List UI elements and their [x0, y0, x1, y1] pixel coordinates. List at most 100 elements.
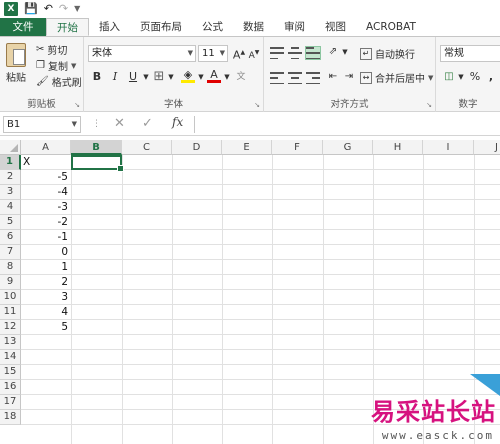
tab-home[interactable]: 开始	[46, 18, 89, 36]
chevron-down-icon[interactable]: ▼	[220, 69, 234, 85]
row-header[interactable]: 8	[0, 260, 21, 275]
cell-a7[interactable]: 0	[21, 245, 71, 260]
align-right-icon[interactable]	[306, 72, 320, 84]
align-center-icon[interactable]	[288, 72, 302, 84]
cell-a3[interactable]: -4	[21, 185, 71, 200]
column-header-b[interactable]: B	[71, 140, 122, 155]
number-format-select[interactable]: 常规	[440, 45, 500, 62]
tab-acrobat[interactable]: ACROBAT	[356, 18, 426, 36]
tab-insert[interactable]: 插入	[89, 18, 130, 36]
dialog-launcher-icon[interactable]: ↘	[254, 101, 260, 109]
chevron-down-icon[interactable]: ▼	[338, 44, 352, 60]
row-header[interactable]: 12	[0, 320, 21, 335]
cell-a9[interactable]: 2	[21, 275, 71, 290]
chevron-down-icon[interactable]: ▼	[139, 69, 153, 85]
cancel-icon[interactable]: ✕	[114, 116, 125, 131]
name-box[interactable]: B1 ▼	[3, 116, 81, 133]
increase-indent-icon[interactable]: ⇥	[342, 69, 356, 85]
column-header-f[interactable]: F	[272, 140, 323, 155]
chevron-down-icon[interactable]: ▼	[454, 69, 468, 85]
paste-button[interactable]: 粘贴	[6, 43, 26, 84]
font-size-select[interactable]: 11 ▼	[198, 45, 228, 62]
percent-button[interactable]: %	[468, 69, 482, 85]
tab-formulas[interactable]: 公式	[192, 18, 233, 36]
selected-cell-b1[interactable]	[71, 155, 124, 172]
row-header[interactable]: 14	[0, 350, 21, 365]
insert-function-button[interactable]: fx	[172, 115, 183, 129]
formula-input[interactable]	[194, 116, 500, 133]
cut-button[interactable]: ✂ 剪切	[36, 42, 67, 57]
row-header[interactable]: 15	[0, 365, 21, 380]
dialog-launcher-icon[interactable]: ↘	[74, 101, 80, 109]
format-painter-button[interactable]: 🖌 格式刷	[36, 74, 82, 89]
alignment-group-label: 对齐方式	[330, 99, 369, 110]
row-header[interactable]: 6	[0, 230, 21, 245]
cell-a2[interactable]: -5	[21, 170, 71, 185]
column-header-d[interactable]: D	[172, 140, 222, 155]
row-header[interactable]: 7	[0, 245, 21, 260]
cell-a11[interactable]: 4	[21, 305, 71, 320]
column-header-e[interactable]: E	[222, 140, 272, 155]
row-header[interactable]: 4	[0, 200, 21, 215]
dialog-launcher-icon[interactable]: ↘	[426, 101, 432, 109]
top-align-icon[interactable]	[270, 47, 284, 59]
chevron-down-icon[interactable]: ▼	[164, 69, 178, 85]
copy-button[interactable]: ❐ 复制 ▼	[36, 58, 76, 73]
column-header-i[interactable]: I	[423, 140, 474, 155]
italic-button[interactable]: I	[108, 69, 122, 85]
cell-a6[interactable]: -1	[21, 230, 71, 245]
bottom-align-icon[interactable]	[305, 46, 321, 60]
tab-file[interactable]: 文件	[0, 18, 46, 36]
ribbon-tabs: 文件 开始 插入 页面布局 公式 数据 审阅 视图 ACROBAT	[0, 18, 500, 36]
row-header[interactable]: 1	[0, 155, 21, 170]
decrease-indent-icon[interactable]: ⇤	[326, 69, 340, 85]
row-header[interactable]: 18	[0, 410, 21, 425]
row-header[interactable]: 13	[0, 335, 21, 350]
font-color-button[interactable]: A	[207, 67, 221, 83]
redo-icon[interactable]: ↷	[59, 2, 68, 16]
row-header[interactable]: 10	[0, 290, 21, 305]
cell-a4[interactable]: -3	[21, 200, 71, 215]
cell-a12[interactable]: 5	[21, 320, 71, 335]
cell-a8[interactable]: 1	[21, 260, 71, 275]
underline-button[interactable]: U	[126, 69, 140, 85]
phonetic-icon[interactable]: 文	[234, 69, 248, 85]
middle-align-icon[interactable]	[288, 47, 302, 59]
chevron-down-icon[interactable]: ▼	[194, 69, 208, 85]
align-left-icon[interactable]	[270, 72, 284, 84]
tab-page-layout[interactable]: 页面布局	[130, 18, 192, 36]
row-header[interactable]: 9	[0, 275, 21, 290]
shrink-font-button[interactable]: A▼	[247, 45, 261, 61]
column-header-g[interactable]: G	[323, 140, 373, 155]
row-header[interactable]: 11	[0, 305, 21, 320]
tab-view[interactable]: 视图	[315, 18, 356, 36]
column-header-j[interactable]: J	[474, 140, 500, 155]
fill-color-icon[interactable]: ◈	[181, 67, 195, 83]
bold-button[interactable]: B	[90, 69, 104, 85]
customize-qat-icon[interactable]: ▼	[74, 2, 80, 16]
cell-a10[interactable]: 3	[21, 290, 71, 305]
row-header[interactable]: 2	[0, 170, 21, 185]
font-group-label: 字体	[163, 99, 183, 110]
grow-font-button[interactable]: A▲	[232, 45, 246, 62]
row-header[interactable]: 16	[0, 380, 21, 395]
comma-button[interactable]: ,	[484, 69, 498, 85]
undo-icon[interactable]: ↶	[44, 2, 53, 16]
cell-a1[interactable]: X	[21, 155, 71, 170]
tab-data[interactable]: 数据	[233, 18, 274, 36]
font-name-select[interactable]: 宋体 ▼	[88, 45, 196, 62]
watermark-url: www.easck.com	[381, 429, 494, 442]
row-header[interactable]: 17	[0, 395, 21, 410]
enter-icon[interactable]: ✓	[142, 116, 153, 131]
tab-review[interactable]: 审阅	[274, 18, 315, 36]
cell-a5[interactable]: -2	[21, 215, 71, 230]
merge-center-button[interactable]: ↔ 合并后居中 ▼	[360, 70, 433, 85]
column-header-h[interactable]: H	[373, 140, 423, 155]
save-icon[interactable]: 💾	[24, 2, 38, 16]
select-all-button[interactable]	[0, 140, 21, 155]
wrap-text-button[interactable]: ↵ 自动换行	[360, 46, 415, 61]
column-header-a[interactable]: A	[21, 140, 71, 155]
column-header-c[interactable]: C	[122, 140, 172, 155]
row-header[interactable]: 5	[0, 215, 21, 230]
row-header[interactable]: 3	[0, 185, 21, 200]
